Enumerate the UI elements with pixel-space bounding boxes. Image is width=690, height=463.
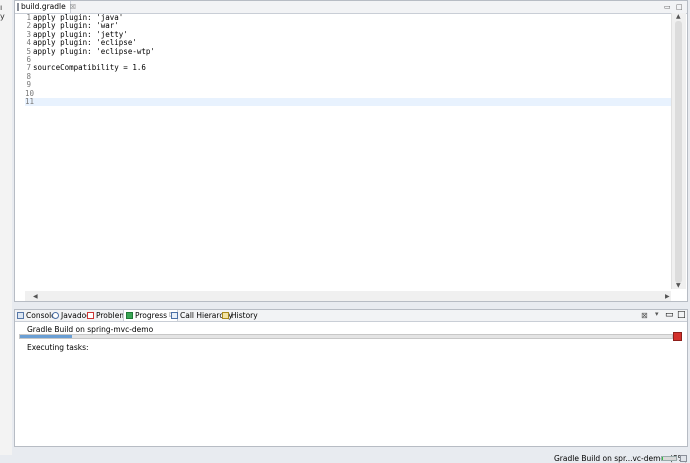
- vertical-scrollbar[interactable]: ▲ ▼: [671, 13, 686, 289]
- maximize-icon[interactable]: □: [677, 310, 686, 320]
- code-text[interactable]: sourceCompatibility = 1.6: [33, 63, 146, 72]
- scroll-up-icon[interactable]: ▲: [676, 13, 681, 20]
- minimize-icon[interactable]: ▭: [665, 310, 674, 320]
- task-title: Gradle Build on spring-mvc-demo: [27, 325, 154, 334]
- line-number: 11: [25, 97, 35, 106]
- scroll-left-icon[interactable]: ◀: [33, 293, 38, 300]
- minimize-icon[interactable]: ▭: [664, 1, 671, 13]
- code-line[interactable]: 5 apply plugin: 'eclipse-wtp': [25, 47, 675, 56]
- status-progress-fill: [662, 457, 664, 460]
- progress-view-icon[interactable]: [680, 455, 687, 462]
- tab-progress-label: Progress: [135, 311, 168, 320]
- left-strip: ı y: [0, 0, 12, 455]
- status-progress-bar[interactable]: [661, 456, 677, 461]
- close-icon[interactable]: ☒: [70, 3, 76, 11]
- code-line[interactable]: 9: [25, 80, 675, 89]
- task-progress-fill: [20, 335, 73, 338]
- editor-pane: build.gradle ☒ ▭ □ 1 apply plugin: 'java'…: [14, 0, 688, 302]
- history-icon: [222, 312, 229, 319]
- horizontal-scrollbar[interactable]: ◀ ▶: [25, 291, 671, 301]
- code-line[interactable]: 8: [25, 72, 675, 81]
- task-subtask: Executing tasks:: [27, 343, 89, 352]
- scroll-right-icon[interactable]: ▶: [665, 293, 670, 300]
- code-area[interactable]: 1 apply plugin: 'java' 2 apply plugin: 'war…: [25, 13, 685, 289]
- call-hierarchy-icon: [171, 312, 178, 319]
- task-progress-bar: [19, 334, 673, 339]
- scroll-thumb[interactable]: [675, 21, 682, 283]
- panel-tab-bar: Console Javadoc Problems Progress ☒ Call…: [15, 310, 687, 322]
- javadoc-icon: [52, 312, 59, 319]
- file-icon: [17, 3, 19, 11]
- code-text[interactable]: apply plugin: 'eclipse-wtp': [33, 47, 155, 56]
- tab-build-gradle[interactable]: build.gradle ☒: [15, 1, 76, 13]
- tab-history[interactable]: History: [220, 310, 260, 321]
- tab-label: build.gradle: [21, 2, 66, 11]
- console-icon: [17, 312, 24, 319]
- maximize-icon[interactable]: □: [676, 1, 683, 13]
- view-menu-icon[interactable]: ▾: [655, 310, 659, 318]
- tab-history-label: History: [231, 311, 258, 320]
- left-glyph-2: y: [0, 12, 5, 21]
- problems-icon: [87, 312, 94, 319]
- code-line[interactable]: 10: [25, 89, 675, 98]
- remove-all-finished-icon[interactable]: ⊠: [641, 311, 648, 320]
- code-line[interactable]: 1 apply plugin: 'java': [25, 13, 675, 22]
- scroll-down-icon[interactable]: ▼: [676, 282, 681, 289]
- stop-button[interactable]: [673, 332, 682, 341]
- code-line[interactable]: 7 sourceCompatibility = 1.6: [25, 63, 675, 72]
- code-line[interactable]: 11: [25, 97, 675, 107]
- left-glyph-1: ı: [0, 3, 3, 12]
- bottom-panel: Console Javadoc Problems Progress ☒ Call…: [14, 309, 688, 447]
- progress-icon: [126, 312, 133, 319]
